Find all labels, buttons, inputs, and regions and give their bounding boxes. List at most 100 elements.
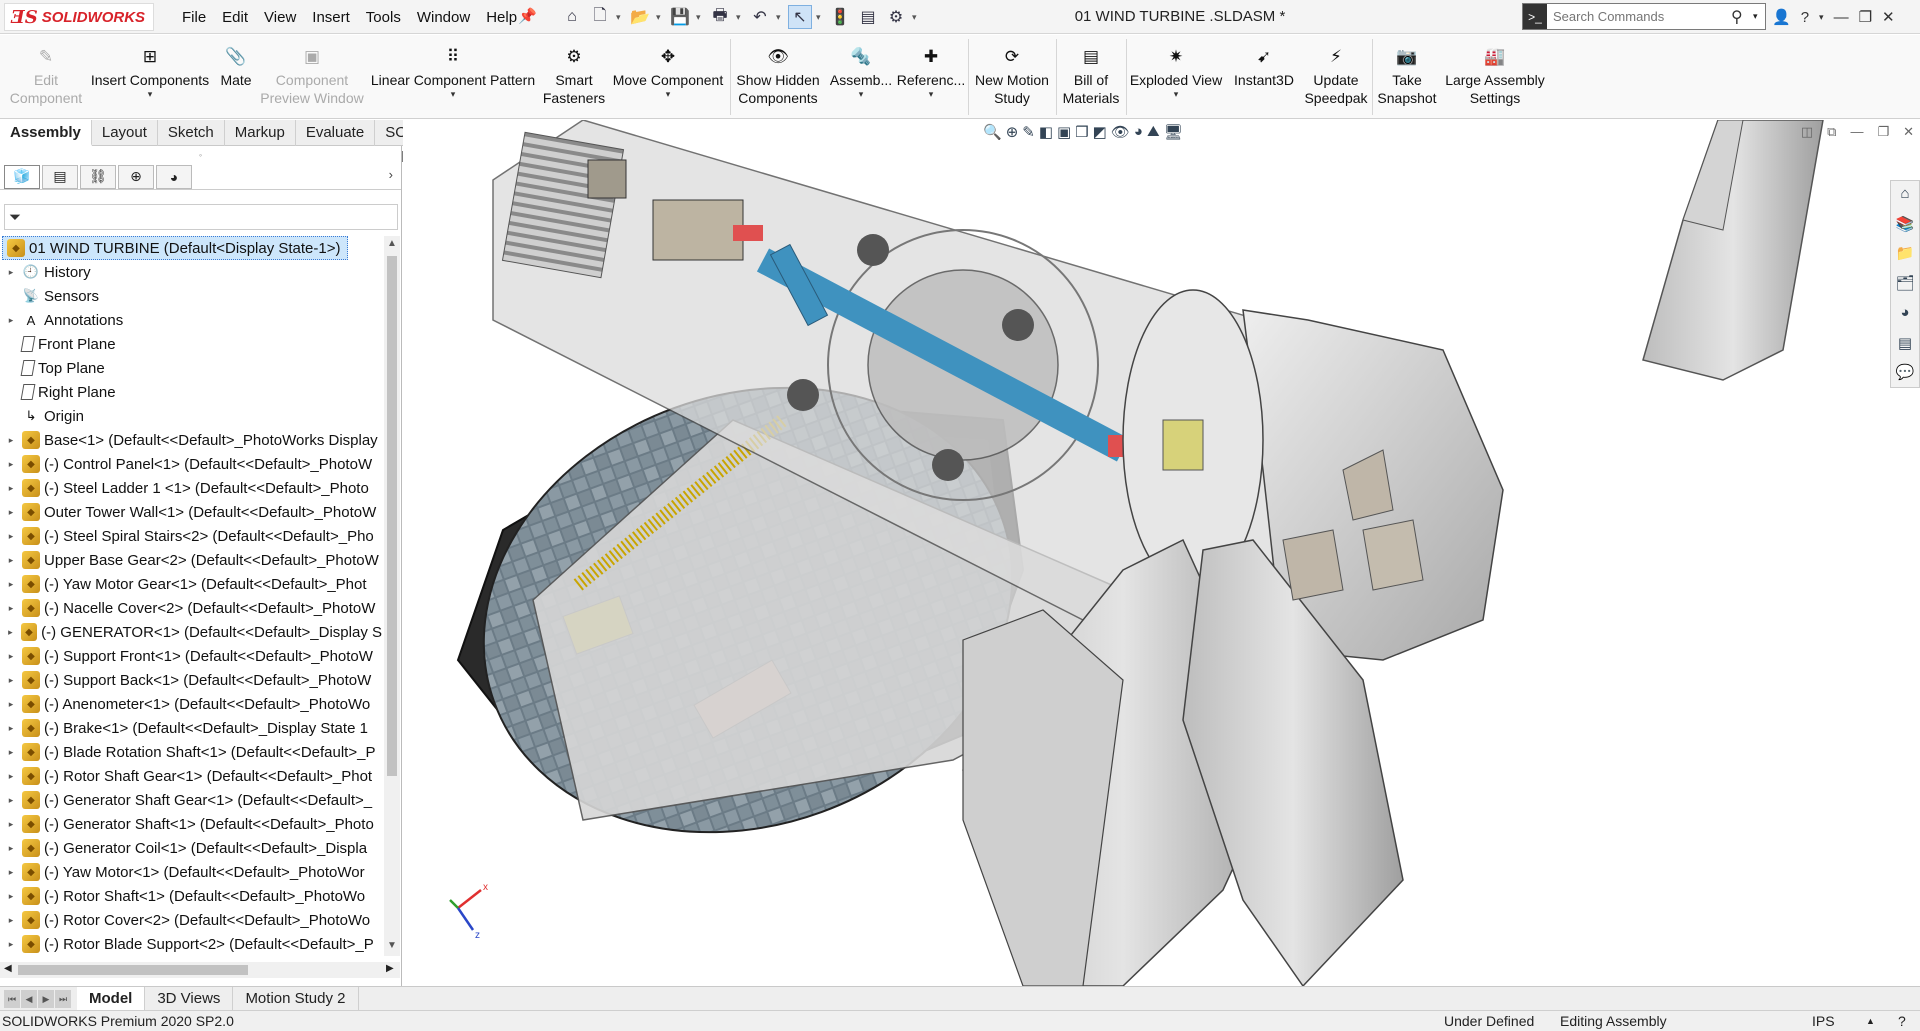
edit-appearance-icon[interactable]: ◕	[1134, 123, 1143, 141]
expand-arrow-icon[interactable]: ▸	[4, 579, 18, 590]
edit-component-button[interactable]: ✎ Edit Component	[6, 35, 86, 119]
show-hidden-components-button[interactable]: 👁 Show Hidden Components	[732, 35, 824, 119]
tree-item[interactable]: ▸ ◆ Outer Tower Wall<1> (Default<<Default>…	[0, 500, 382, 524]
graphics-area[interactable]: 🔍 ⊕ ✎ ◧ ▣ ❒ ◩ 👁 ◕ ⛰ 🖥 ◫ ⧉ — ❐ ✕ ⌂ 📚 📁 🗂 …	[403, 120, 1920, 986]
design-library-icon[interactable]: 📚	[1896, 215, 1915, 239]
restore-icon[interactable]: ❐	[1859, 8, 1872, 26]
search-input[interactable]	[1547, 5, 1731, 28]
tab-model[interactable]: Model	[77, 986, 146, 1011]
new-document-icon[interactable]: 🗋	[588, 5, 612, 29]
tree-item[interactable]: ▸ ◆ (-) Generator Coil<1> (Default<<Defaul…	[0, 836, 382, 860]
tree-root-assembly[interactable]: ◆ 01 WIND TURBINE (Default<Display State…	[2, 236, 348, 260]
file-explorer-icon[interactable]: 📁	[1896, 244, 1915, 268]
reference-geometry-button[interactable]: ✚ Referenc... ▾	[896, 35, 966, 119]
tree-horizontal-scrollbar[interactable]: ◀ ▶	[0, 962, 400, 978]
section-view-icon[interactable]: ◧	[1039, 123, 1053, 141]
file-properties-icon[interactable]: ▤	[856, 5, 880, 29]
assembly-features-button[interactable]: 🔩 Assemb... ▾	[828, 35, 894, 119]
configuration-manager-tab-icon[interactable]: ⛓	[80, 164, 116, 189]
dynamic-annotation-icon[interactable]: ▣	[1057, 123, 1071, 141]
tree-item[interactable]: ▸ ◆ (-) Steel Spiral Stairs<2> (Default<<D…	[0, 524, 382, 548]
tree-item[interactable]: ▸ ◆ (-) Yaw Motor<1> (Default<<Default>_Ph…	[0, 860, 382, 884]
save-icon[interactable]: 💾	[668, 5, 692, 29]
tree-item[interactable]: ▸ ◆ (-) Brake<1> (Default<<Default>_Displa…	[0, 716, 382, 740]
expand-arrow-icon[interactable]: ▸	[4, 891, 18, 902]
insert-components-button[interactable]: ⊞ Insert Components ▾	[88, 35, 212, 119]
gear-icon[interactable]: ⚙	[884, 5, 908, 29]
expand-arrow-icon[interactable]: ▸	[4, 771, 18, 782]
expand-arrow-icon[interactable]: ▸	[4, 267, 18, 278]
chevron-down-icon[interactable]: ▾	[666, 89, 671, 99]
user-icon[interactable]: 👤	[1772, 8, 1791, 26]
status-help[interactable]: ?	[1898, 1011, 1906, 1031]
solidworks-forum-icon[interactable]: 💬	[1896, 363, 1915, 387]
dimxpert-manager-tab-icon[interactable]: ⊕	[118, 164, 154, 189]
feature-manager-tab-icon[interactable]: 🧊	[4, 164, 40, 189]
expand-arrow-icon[interactable]: ▸	[4, 315, 18, 326]
open-folder-icon[interactable]: 📂	[628, 5, 652, 29]
chevron-right-icon[interactable]: ›	[389, 167, 393, 182]
help-icon[interactable]: ?	[1801, 9, 1809, 26]
tree-item[interactable]: Front Plane	[0, 332, 382, 356]
hide-show-items-icon[interactable]: 👁	[1111, 123, 1130, 141]
previous-view-icon[interactable]: ✎	[1022, 123, 1035, 141]
select-pointer-icon[interactable]: ↖	[788, 5, 812, 29]
expand-arrow-icon[interactable]: ▸	[4, 435, 18, 446]
expand-arrow-icon[interactable]: ▸	[4, 483, 18, 494]
print-icon[interactable]: 🖶	[708, 5, 732, 29]
display-style-icon[interactable]: ◩	[1093, 123, 1107, 141]
menu-edit[interactable]: Edit	[214, 9, 256, 26]
update-speedpak-button[interactable]: ⚡ Update Speedpak	[1302, 35, 1370, 119]
tree-item[interactable]: ▸ ◆ (-) Yaw Motor Gear<1> (Default<<Defaul…	[0, 572, 382, 596]
tree-item[interactable]: ▸ ◆ (-) Anenometer<1> (Default<<Default>_P…	[0, 692, 382, 716]
expand-arrow-icon[interactable]: ▸	[4, 603, 18, 614]
tree-item[interactable]: Top Plane	[0, 356, 382, 380]
tab-layout[interactable]: Layout	[92, 120, 158, 146]
tab-markup[interactable]: Markup	[225, 120, 296, 146]
view-orientation-icon[interactable]: ❒	[1075, 123, 1088, 141]
tree-item[interactable]: ▸ ◆ (-) Rotor Blade Support<2> (Default<<D…	[0, 932, 382, 956]
tree-item[interactable]: ▸ ◆ (-) Blade Rotation Shaft<1> (Default<<…	[0, 740, 382, 764]
expand-arrow-icon[interactable]: ▸	[4, 915, 18, 926]
close-icon[interactable]: ✕	[1882, 8, 1895, 26]
tree-item[interactable]: ▸ ◆ (-) Control Panel<1> (Default<<Default…	[0, 452, 382, 476]
display-manager-tab-icon[interactable]: ◕	[156, 164, 192, 189]
help-dropdown-icon[interactable]: ▾	[1819, 12, 1824, 23]
expand-arrow-icon[interactable]: ▸	[4, 723, 18, 734]
command-prompt-icon[interactable]: >_	[1523, 4, 1547, 29]
expand-arrow-icon[interactable]: ▸	[4, 843, 18, 854]
minimize-icon[interactable]: —	[1834, 9, 1849, 26]
component-preview-window-button[interactable]: ▣ Component Preview Window	[260, 35, 364, 119]
viewport-minimize-icon[interactable]: —	[1850, 124, 1863, 140]
expand-arrow-icon[interactable]: ▸	[4, 459, 18, 470]
last-tab-icon[interactable]: ⏭	[55, 989, 71, 1008]
panel-collapse-handle[interactable]: ◦	[0, 146, 401, 164]
chevron-down-icon[interactable]: ▾	[859, 89, 864, 99]
hscroll-thumb[interactable]	[18, 965, 248, 975]
property-manager-tab-icon[interactable]: ▤	[42, 164, 78, 189]
chevron-down-icon[interactable]: ▾	[1174, 89, 1179, 99]
new-motion-study-button[interactable]: ⟳ New Motion Study	[970, 35, 1054, 119]
undo-icon[interactable]: ↶	[748, 5, 772, 29]
tree-item[interactable]: ▸ ◆ (-) Generator Shaft Gear<1> (Default<<…	[0, 788, 382, 812]
mate-button[interactable]: 📎 Mate	[214, 35, 258, 119]
viewport-restore-icon[interactable]: ❐	[1877, 124, 1889, 140]
expand-arrow-icon[interactable]: ▸	[4, 675, 18, 686]
tree-item[interactable]: ▸ ◆ (-) Generator Shaft<1> (Default<<Defau…	[0, 812, 382, 836]
large-assembly-settings-button[interactable]: 🏭 Large Assembly Settings	[1444, 35, 1546, 119]
tree-item[interactable]: ▸ ◆ (-) Rotor Cover<2> (Default<<Default>_…	[0, 908, 382, 932]
menu-tools[interactable]: Tools	[358, 9, 409, 26]
expand-arrow-icon[interactable]: ▸	[4, 819, 18, 830]
expand-arrow-icon[interactable]: ▸	[4, 747, 18, 758]
tab-sketch[interactable]: Sketch	[158, 120, 225, 146]
menu-window[interactable]: Window	[409, 9, 478, 26]
tab-assembly[interactable]: Assembly	[0, 120, 92, 146]
chevron-down-icon[interactable]: ▾	[929, 89, 934, 99]
instant3d-button[interactable]: ➹ Instant3D	[1228, 35, 1300, 119]
scroll-right-icon[interactable]: ▶	[386, 963, 394, 974]
unit-system[interactable]: IPS	[1812, 1011, 1835, 1031]
expand-arrow-icon[interactable]: ▸	[4, 651, 18, 662]
expand-arrow-icon[interactable]: ▸	[4, 555, 18, 566]
first-tab-icon[interactable]: ⏮	[4, 989, 20, 1008]
unit-dropdown-icon[interactable]: ▲	[1866, 1011, 1875, 1031]
